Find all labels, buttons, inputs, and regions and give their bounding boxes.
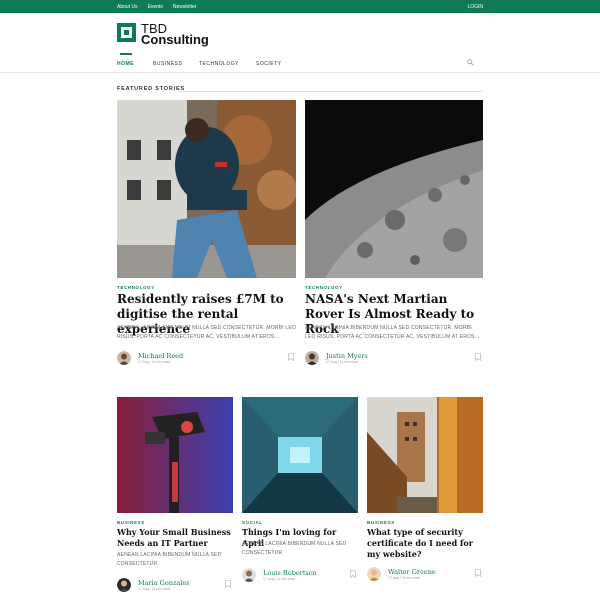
main-nav: HOME BUSINESS TECHNOLOGY SOCIETY — [117, 59, 483, 73]
story-meta: 17 Aug / 11 min read — [138, 360, 171, 364]
search-icon[interactable] — [467, 59, 474, 66]
story-excerpt: AENEAN LACINIA BIBENDUM NULLA SED CONSEC… — [242, 541, 347, 556]
story-card[interactable]: BUSINESS Why Your Small Business Needs a… — [117, 397, 233, 597]
logo-text: TBD Consulting — [141, 22, 209, 47]
story-category[interactable]: TECHNOLOGY — [117, 285, 155, 290]
story-image-camera-gimbal[interactable] — [117, 397, 233, 513]
logo-underline — [120, 53, 132, 55]
story-image-moon-surface[interactable] — [305, 100, 483, 278]
story-meta: 17 Aug / 11 min read — [388, 576, 421, 580]
nav-home[interactable]: HOME — [117, 61, 134, 67]
avatar — [117, 351, 131, 365]
bookmark-icon[interactable] — [225, 580, 231, 588]
site-logo[interactable]: TBD Consulting — [117, 22, 209, 47]
author-name[interactable]: Maria Gonzales — [138, 579, 190, 587]
avatar — [242, 568, 256, 582]
story-excerpt: AENEAN LACINIA BIBENDUM NULLA SED CONSEC… — [117, 552, 222, 567]
nav-society[interactable]: SOCIETY — [256, 61, 281, 67]
newsletter-link[interactable]: Newsletter — [173, 4, 197, 10]
avatar — [117, 578, 131, 592]
top-links: About Us Events Newsletter — [117, 4, 197, 10]
author-name[interactable]: Walter Greene — [388, 568, 436, 576]
story-excerpt: AENEAN LACINIA BIBENDUM NULLA SED CONSEC… — [305, 325, 480, 340]
header-divider — [0, 72, 600, 73]
story-excerpt: AENEAN LACINIA BIBENDUM NULLA SED CONSEC… — [117, 325, 297, 340]
logo-mark-icon — [117, 23, 136, 42]
bookmark-icon[interactable] — [288, 353, 294, 361]
logo-line-2: Consulting — [141, 32, 209, 47]
author-name[interactable]: Michael Reed — [138, 352, 183, 360]
top-bar: About Us Events Newsletter LOGIN — [0, 0, 600, 13]
story-category[interactable]: SOCIAL — [242, 520, 263, 525]
author-name[interactable]: Justin Myers — [326, 352, 368, 360]
story-category[interactable]: TECHNOLOGY — [305, 285, 343, 290]
story-category[interactable]: BUSINESS — [117, 520, 145, 525]
avatar — [367, 567, 381, 581]
bookmark-icon[interactable] — [350, 570, 356, 578]
author-name[interactable]: Louis Robertson — [263, 569, 317, 577]
nav-business[interactable]: BUSINESS — [153, 61, 182, 67]
story-meta: 17 Aug / 11 min read — [138, 587, 171, 591]
story-card[interactable]: BUSINESS What type of security certifica… — [367, 397, 483, 597]
story-meta: 17 Aug / 11 min read — [326, 360, 359, 364]
story-card[interactable]: SOCIAL Things I'm loving for April AENEA… — [242, 397, 358, 597]
story-image-tunnel[interactable] — [242, 397, 358, 513]
story-card[interactable]: TECHNOLOGY Residently raises £7M to digi… — [117, 100, 296, 370]
section-heading: FEATURED STORIES — [117, 86, 185, 92]
nav-technology[interactable]: TECHNOLOGY — [199, 61, 239, 67]
story-meta: 17 Aug / 11 min read — [263, 577, 296, 581]
story-category[interactable]: BUSINESS — [367, 520, 395, 525]
bookmark-icon[interactable] — [475, 353, 481, 361]
story-image-buildings-sunset[interactable] — [367, 397, 483, 513]
events-link[interactable]: Events — [148, 4, 163, 10]
about-us-link[interactable]: About Us — [117, 4, 138, 10]
story-card[interactable]: TECHNOLOGY NASA's Next Martian Rover Is … — [305, 100, 483, 370]
story-image-man-phone[interactable] — [117, 100, 296, 278]
story-title[interactable]: What type of security certificate do I n… — [367, 527, 483, 560]
bookmark-icon[interactable] — [475, 569, 481, 577]
login-link[interactable]: LOGIN — [467, 4, 483, 10]
avatar — [305, 351, 319, 365]
story-title[interactable]: Why Your Small Business Needs an IT Part… — [117, 527, 233, 549]
section-heading-rule — [178, 91, 483, 92]
